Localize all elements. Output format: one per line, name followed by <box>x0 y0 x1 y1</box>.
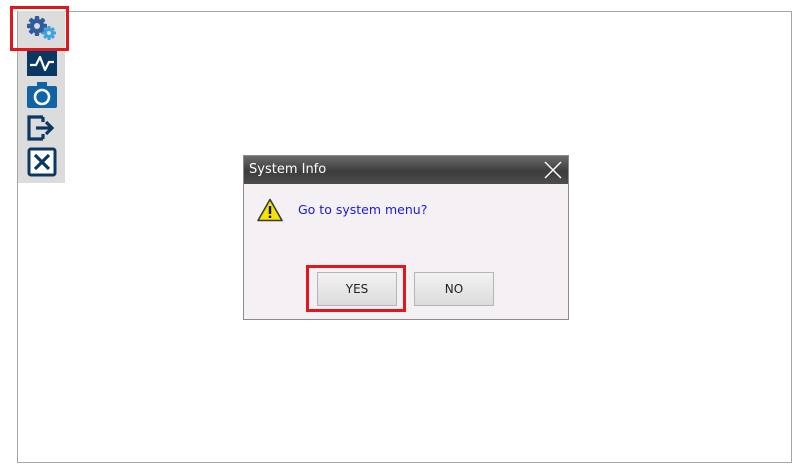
close-x-icon <box>27 147 57 177</box>
settings-gears-icon <box>27 16 56 40</box>
no-button[interactable]: NO <box>414 272 494 306</box>
exit-button[interactable] <box>25 147 59 177</box>
logout-button[interactable] <box>25 114 59 142</box>
system-info-dialog: System Info Go to system menu? YES NO <box>243 155 569 320</box>
close-icon <box>544 161 562 179</box>
dialog-titlebar: System Info <box>244 156 568 184</box>
side-toolbar <box>18 11 65 183</box>
camera-button[interactable] <box>25 81 59 109</box>
trend-button[interactable] <box>25 49 59 77</box>
dialog-message: Go to system menu? <box>298 202 428 217</box>
dialog-close-button[interactable] <box>542 159 564 181</box>
screen: System Info Go to system menu? YES NO <box>0 0 800 471</box>
yes-button[interactable]: YES <box>317 272 397 306</box>
camera-icon <box>27 82 57 108</box>
dialog-title: System Info <box>249 162 327 177</box>
trend-chart-icon <box>27 50 57 76</box>
logout-icon <box>27 115 55 141</box>
settings-button[interactable] <box>25 14 59 42</box>
warning-icon <box>257 198 283 222</box>
